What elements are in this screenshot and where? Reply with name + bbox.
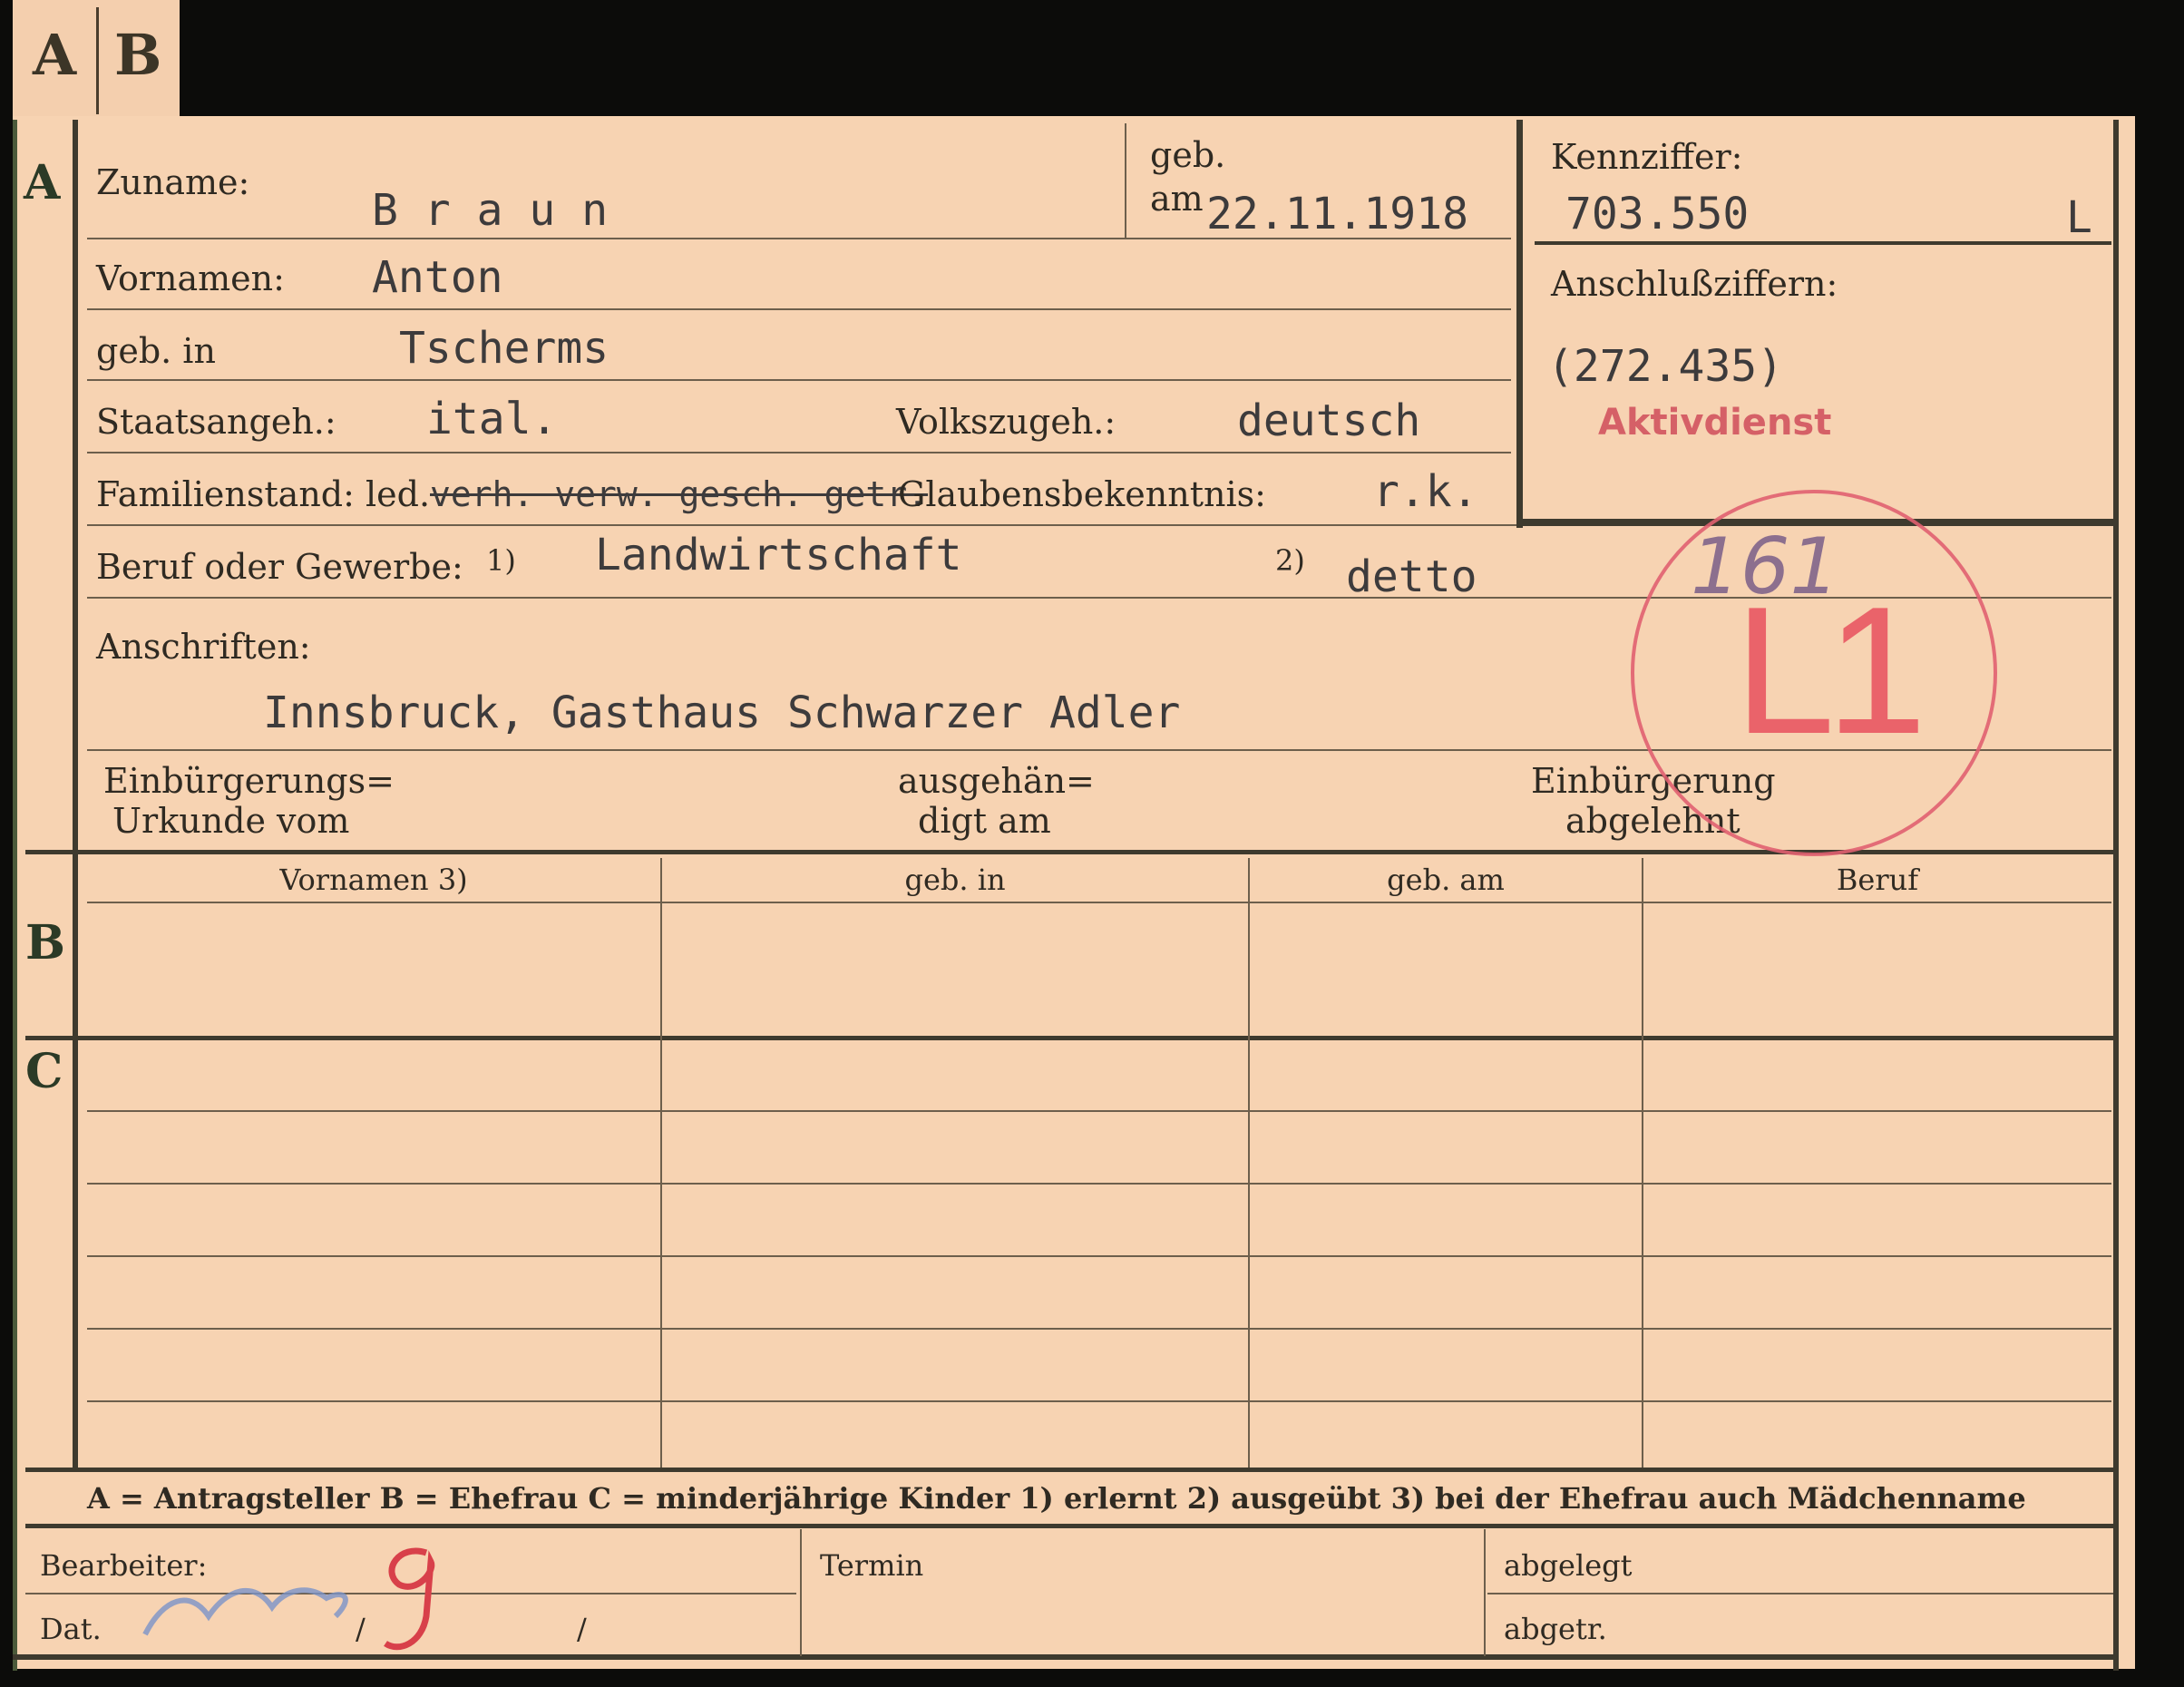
col-header-vornamen: Vornamen 3)	[279, 863, 468, 897]
volkszugeh-value: deutsch	[1237, 395, 1421, 446]
anschriften-value: Innsbruck, Gasthaus Schwarzer Adler	[263, 687, 1181, 738]
handwritten-signature	[142, 1547, 435, 1651]
einbuergerungs-urkunde-label-2: Urkunde vom	[112, 801, 350, 841]
section-b-letter: B	[25, 915, 65, 970]
card-tabs: A B	[13, 0, 180, 120]
geb-in-value: Tscherms	[399, 323, 609, 374]
staatsangeh-label: Staatsangeh.:	[96, 402, 336, 442]
section-c-divider	[25, 1036, 2115, 1040]
c-row-line-1	[87, 1110, 2111, 1112]
tab-divider	[96, 7, 99, 114]
einbuergerungs-urkunde-label-1: Einbürgerungs=	[103, 761, 395, 801]
section-c-letter: C	[25, 1044, 63, 1099]
zuname-label: Zuname:	[96, 162, 250, 202]
staatsangeh-value: ital.	[426, 394, 558, 444]
anschluss-value: (272.435)	[1547, 341, 1784, 392]
glaubens-value: r.k.	[1373, 466, 1478, 517]
kennziffer-box-left	[1516, 120, 1523, 528]
beruf-value-1: Landwirtschaft	[595, 530, 962, 580]
beruf-note-2: 2)	[1275, 543, 1305, 578]
col-header-geb-in: geb. in	[904, 863, 1006, 897]
footer-col-line-1	[800, 1529, 802, 1656]
ausgehaendigt-label-1: ausgehän=	[898, 761, 1095, 801]
blue-initials-scribble	[142, 1587, 348, 1636]
row-line-4	[87, 452, 1511, 453]
section-a-letter: A	[24, 155, 61, 210]
abgelegt-label: abgelegt	[1504, 1548, 1633, 1583]
col-header-geb-am: geb. am	[1387, 863, 1505, 897]
familienstand-struck-options: verh. verw. gesch. getr.	[430, 474, 929, 514]
table-header-line	[87, 902, 2111, 903]
familienstand-label: Familienstand: led.	[96, 474, 431, 514]
row-line-2	[87, 308, 1511, 310]
abgetr-label: abgetr.	[1504, 1612, 1607, 1646]
legend-text: A = Antragsteller B = Ehefrau C = minder…	[87, 1481, 2026, 1516]
anschluss-label: Anschlußziffern:	[1551, 264, 1838, 304]
beruf-value-2: detto	[1346, 551, 1477, 602]
left-frame	[73, 120, 78, 1469]
termin-label: Termin	[820, 1548, 924, 1583]
col-header-beruf: Beruf	[1836, 863, 1919, 897]
table-col-line-3	[1642, 858, 1643, 1468]
kennziffer-label: Kennziffer:	[1551, 137, 1743, 177]
red-g-mark	[384, 1547, 435, 1651]
vornamen-value: Anton	[372, 252, 503, 303]
legend-bottom-rule	[25, 1524, 2115, 1528]
beruf-label: Beruf oder Gewerbe:	[96, 547, 463, 587]
kennziffer-value: 703.550	[1565, 189, 1750, 239]
ausgehaendigt-label-2: digt am	[918, 801, 1051, 841]
c-row-line-4	[87, 1328, 2111, 1330]
tab-b: B	[114, 22, 162, 88]
row-line-5	[87, 524, 1516, 526]
right-frame	[2113, 120, 2119, 1671]
table-col-line-2	[1248, 858, 1250, 1468]
volkszugeh-label: Volkszugeh.:	[896, 402, 1116, 442]
geb-in-label: geb. in	[96, 331, 216, 371]
stamp-handwritten-number: 161	[1691, 522, 1840, 612]
aktivdienst-stamp: Aktivdienst	[1598, 402, 1832, 444]
c-row-line-2	[87, 1183, 2111, 1185]
geb-am-divider	[1125, 123, 1126, 238]
kennziffer-divider	[1535, 241, 2111, 245]
dat-separator-2: /	[577, 1612, 587, 1646]
footer-row-line-right	[1487, 1593, 2113, 1594]
left-outer-frame	[13, 120, 17, 1671]
tab-a: A	[33, 22, 77, 88]
c-row-line-3	[87, 1255, 2111, 1257]
row-line-3	[87, 379, 1511, 381]
vornamen-label: Vornamen:	[96, 258, 285, 298]
geb-am-label-am: am	[1150, 179, 1204, 219]
anschriften-label: Anschriften:	[96, 627, 311, 667]
beruf-note-1: 1)	[486, 543, 516, 578]
legend-top-rule	[25, 1468, 2115, 1472]
dat-label: Dat.	[40, 1612, 102, 1646]
geb-am-label-geb: geb.	[1150, 135, 1226, 175]
c-row-line-5	[87, 1400, 2111, 1402]
table-col-line-1	[660, 858, 662, 1468]
geb-am-value: 22.11.1918	[1206, 189, 1468, 239]
glaubens-label: Glaubensbekenntnis:	[898, 474, 1266, 514]
zuname-value: B r a u n	[372, 185, 609, 236]
footer-col-line-2	[1484, 1529, 1486, 1656]
kennziffer-suffix: L	[2066, 192, 2092, 243]
